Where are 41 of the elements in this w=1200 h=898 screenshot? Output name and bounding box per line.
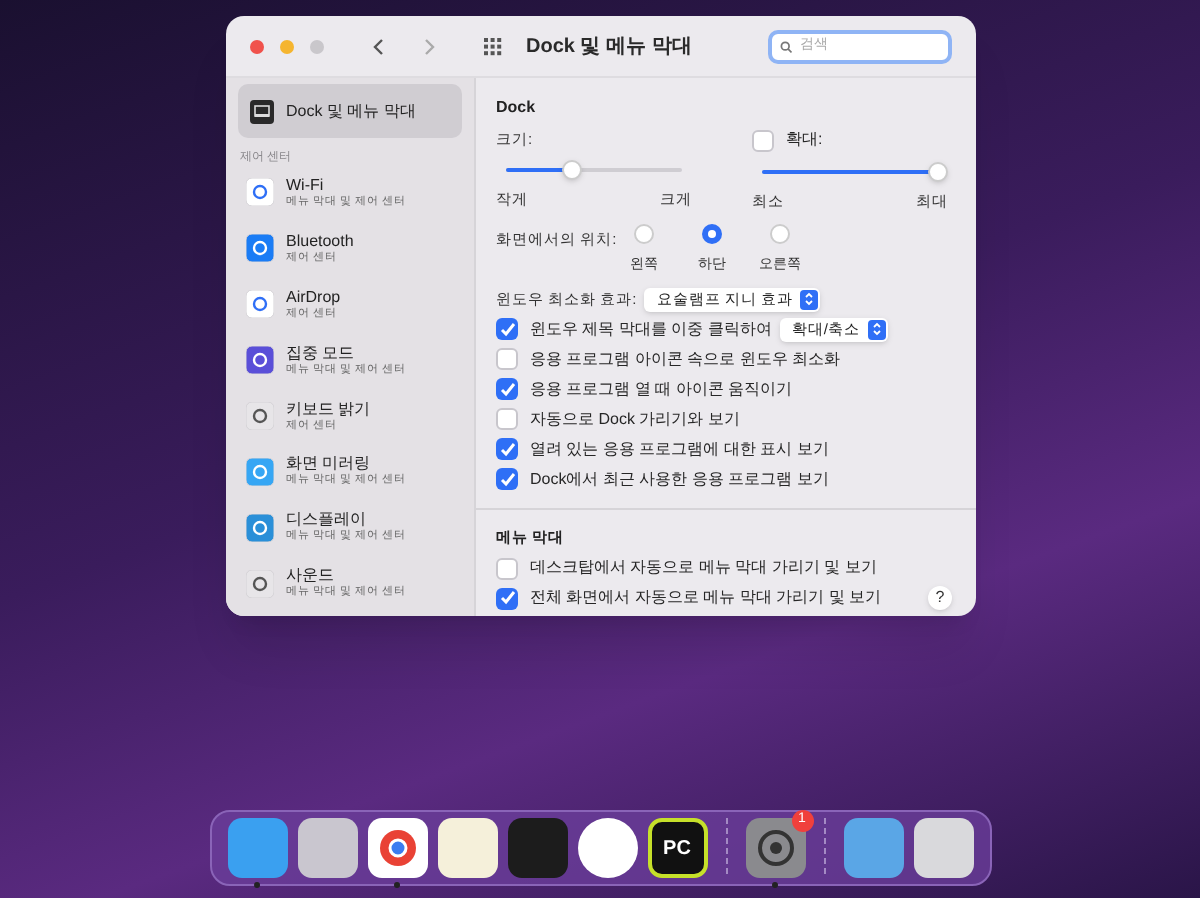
checkbox-label: 자동으로 Dock 가리기와 보기 (530, 407, 740, 432)
checkbox[interactable] (496, 587, 518, 609)
circle-icon (377, 828, 417, 868)
checkbox-label: 전체 화면에서 자동으로 메뉴 막대 가리기 및 보기 (530, 586, 882, 610)
stepper-icon (867, 319, 886, 340)
app-icon[interactable] (745, 818, 805, 878)
checkbox-label: 데스크탑에서 자동으로 메뉴 막대 가리기 및 보기 (530, 556, 877, 580)
checkbox-label: Dock에서 최근 사용한 응용 프로그램 보기 (530, 467, 829, 492)
app-icon[interactable] (913, 818, 973, 878)
checkbox[interactable] (496, 318, 518, 341)
help-button[interactable]: ? (928, 586, 952, 610)
checkbox[interactable] (496, 408, 518, 431)
window-title: Dock 및 메뉴 막대 (526, 33, 692, 61)
gear-icon (755, 828, 795, 868)
app-icon[interactable] (367, 818, 427, 878)
radio-button[interactable] (634, 224, 654, 245)
app-icon[interactable] (437, 818, 497, 878)
checkbox-label: 윈도우 제목 막대를 이중 클릭하여 (530, 317, 772, 342)
checkbox[interactable] (496, 378, 518, 401)
app-icon[interactable] (577, 818, 637, 878)
checkbox[interactable] (496, 348, 518, 371)
checkbox[interactable] (496, 468, 518, 491)
dock-icon (250, 99, 274, 123)
checkbox[interactable] (496, 557, 518, 579)
pycharm-tile[interactable]: PC (647, 818, 707, 878)
magnification-label: 확대: (786, 128, 823, 152)
close-button[interactable] (250, 39, 264, 53)
checkbox[interactable] (496, 438, 518, 461)
stepper-icon (800, 289, 819, 310)
checkbox-label: 응용 프로그램 아이콘 속으로 윈도우 최소화 (530, 347, 841, 372)
checkbox-label: 응용 프로그램 열 때 아이콘 움직이기 (530, 377, 793, 402)
search-icon (780, 39, 793, 53)
checkbox-label: 열려 있는 응용 프로그램에 대한 표시 보기 (530, 437, 829, 462)
sidebar-item[interactable]: Dock 및 메뉴 막대 (238, 84, 462, 138)
app-icon[interactable] (297, 818, 357, 878)
grid-icon[interactable] (484, 37, 502, 55)
radio-button[interactable] (702, 224, 722, 245)
section-title: Dock (496, 96, 538, 120)
checkbox[interactable] (752, 129, 774, 151)
back-icon[interactable] (372, 37, 384, 55)
radio-button[interactable] (770, 224, 790, 245)
